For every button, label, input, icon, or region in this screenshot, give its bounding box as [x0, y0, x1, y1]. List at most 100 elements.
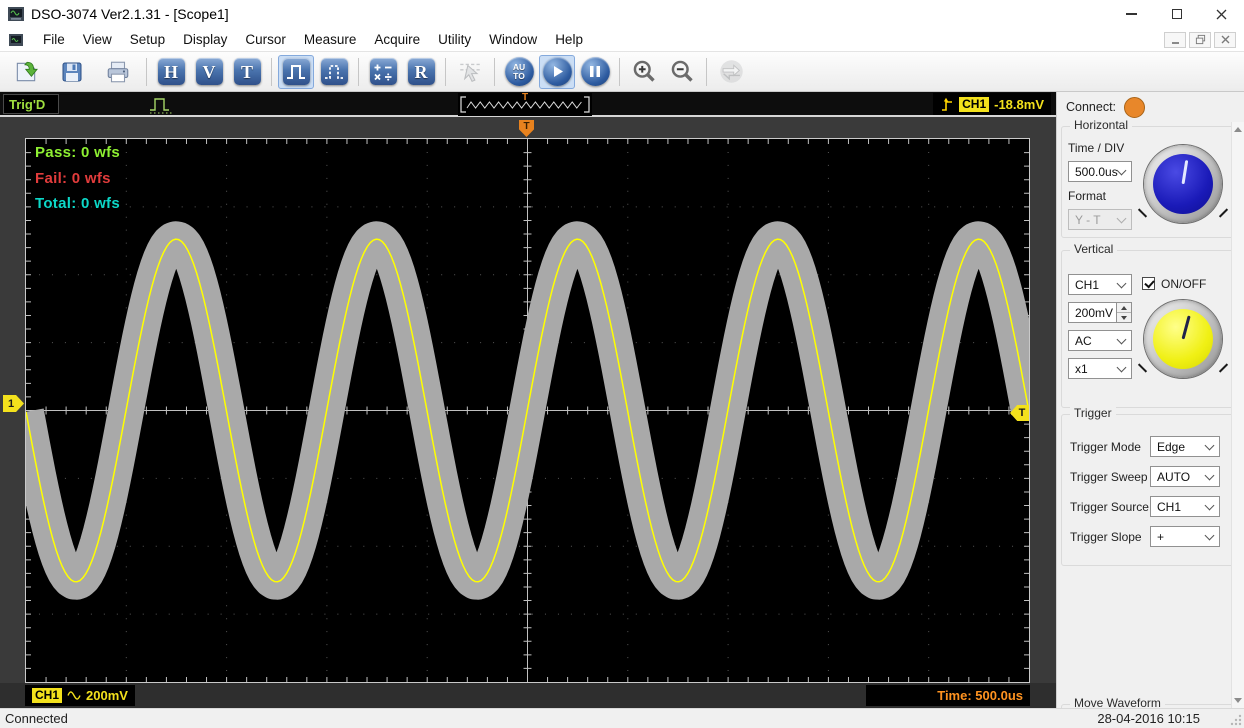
trigger-group-title: Trigger — [1070, 406, 1116, 420]
swap-arrows-icon — [718, 58, 745, 85]
vertical-group-title: Vertical — [1070, 242, 1117, 256]
mdi-close-button[interactable] — [1214, 32, 1236, 48]
trigger-level-value: -18.8mV — [994, 97, 1044, 112]
knob-pointer — [1182, 160, 1189, 184]
connect-indicator[interactable] — [1124, 97, 1145, 118]
chevron-down-icon — [1117, 166, 1127, 176]
volts-per-div-stepper-value: 200mV — [1075, 306, 1113, 320]
trigger-sweep-select[interactable]: AUTO — [1150, 466, 1220, 487]
r-button-label: R — [415, 63, 428, 81]
mdi-minimize-icon — [1172, 42, 1179, 44]
trigger-slope-value: + — [1157, 530, 1164, 544]
open-file-icon — [13, 59, 39, 85]
menu-setup[interactable]: Setup — [121, 28, 174, 51]
pulse-indicator-icon — [148, 94, 178, 116]
run-button[interactable] — [539, 55, 575, 89]
trigger-position-marker[interactable]: T — [519, 120, 534, 137]
scroll-down-arrow[interactable] — [1232, 693, 1244, 708]
mdi-restore-button[interactable] — [1189, 32, 1211, 48]
menu-display[interactable]: Display — [174, 28, 236, 51]
timebase-readout: Time: 500.0us — [866, 685, 1030, 706]
trigger-source-label: Trigger Source — [1070, 500, 1149, 514]
horizontal-knob[interactable] — [1144, 145, 1222, 223]
connection-status: Connected — [5, 711, 68, 726]
reference-button[interactable]: R — [403, 55, 439, 89]
waveform-preview[interactable]: T — [458, 93, 592, 116]
move-waveform-title: Move Waveform — [1070, 696, 1165, 708]
pause-button[interactable] — [577, 55, 613, 89]
menu-acquire[interactable]: Acquire — [365, 28, 429, 51]
channel-badge: CH1 — [32, 688, 62, 703]
panel-scrollbar[interactable] — [1231, 122, 1244, 708]
connect-label: Connect: — [1066, 100, 1116, 114]
pass-fail-test-button[interactable] — [278, 55, 314, 89]
zoom-out-button[interactable] — [664, 55, 700, 89]
cursor-measure-button — [452, 55, 488, 89]
title-bar: DSO-3074 Ver2.1.31 - [Scope1] — [0, 0, 1244, 28]
volts-per-div-stepper[interactable]: 200mV — [1068, 302, 1132, 323]
channel-select-value: CH1 — [1075, 278, 1099, 292]
horizontal-settings-button[interactable]: H — [153, 55, 189, 89]
channel-onoff-checkbox[interactable] — [1142, 277, 1155, 290]
mdi-child-controls — [1164, 32, 1244, 48]
vertical-knob-face — [1153, 309, 1213, 369]
menu-utility[interactable]: Utility — [429, 28, 480, 51]
stepper-down-button[interactable] — [1117, 313, 1131, 322]
channel-select[interactable]: CH1 — [1068, 274, 1132, 295]
resize-grip[interactable] — [1229, 713, 1242, 726]
stepper-up-button[interactable] — [1117, 303, 1131, 313]
print-button[interactable] — [100, 55, 136, 89]
trigger-channel-badge: CH1 — [959, 97, 989, 112]
menu-window[interactable]: Window — [480, 28, 546, 51]
maximize-button[interactable] — [1154, 0, 1199, 28]
save-button[interactable] — [54, 55, 90, 89]
horizontal-knob-face — [1153, 154, 1213, 214]
knob-pointer — [1182, 315, 1191, 339]
open-file-button[interactable] — [8, 55, 44, 89]
ac-coupling-icon — [67, 690, 81, 701]
trigger-settings-button[interactable]: T — [229, 55, 265, 89]
vertical-knob[interactable] — [1144, 300, 1222, 378]
toolbar-separator — [146, 58, 147, 86]
control-panel: Connect: Horizontal Time / DIV 500.0us F… — [1056, 92, 1244, 708]
toolbar-separator — [358, 58, 359, 86]
chevron-down-icon — [1117, 363, 1127, 373]
v-button-label: V — [203, 63, 216, 81]
connect-row: Connect: — [1066, 95, 1145, 119]
menu-measure[interactable]: Measure — [295, 28, 366, 51]
scope-display[interactable]: Pass: 0 wfs Fail: 0 wfs Total: 0 wfs T — [25, 138, 1030, 683]
coupling-select[interactable]: AC — [1068, 330, 1132, 351]
menu-file[interactable]: File — [34, 28, 74, 51]
t-button-label: T — [241, 63, 253, 81]
vertical-settings-button[interactable]: V — [191, 55, 227, 89]
scroll-up-arrow[interactable] — [1232, 122, 1244, 137]
trigger-mode-select[interactable]: Edge — [1150, 436, 1220, 457]
chevron-down-icon — [1205, 501, 1215, 511]
math-button[interactable] — [365, 55, 401, 89]
horizontal-group-title: Horizontal — [1070, 118, 1132, 132]
trigger-slope-select[interactable]: + — [1150, 526, 1220, 547]
close-button[interactable] — [1199, 0, 1244, 28]
menu-help[interactable]: Help — [546, 28, 592, 51]
menu-cursor[interactable]: Cursor — [236, 28, 295, 51]
total-count: Total: 0 wfs — [35, 195, 120, 212]
pulse-dashed-icon — [323, 61, 345, 83]
time-div-select[interactable]: 500.0us — [1068, 161, 1132, 182]
channel-readout: CH1 200mV — [25, 685, 135, 706]
scope-bottom-bar: CH1 200mV Time: 500.0us — [0, 683, 1056, 708]
autoset-button[interactable]: AU TO — [501, 55, 537, 89]
zoom-in-icon — [631, 58, 658, 85]
zoom-in-button[interactable] — [626, 55, 662, 89]
menu-view[interactable]: View — [74, 28, 121, 51]
trigger-source-select[interactable]: CH1 — [1150, 496, 1220, 517]
coupling-value: AC — [1075, 334, 1092, 348]
document-icon — [8, 32, 24, 48]
format-value: Y - T — [1075, 213, 1101, 227]
probe-select[interactable]: x1 — [1068, 358, 1132, 379]
chevron-down-icon — [1117, 335, 1127, 345]
minimize-button[interactable] — [1109, 0, 1154, 28]
channel1-level-marker[interactable]: 1 — [3, 395, 24, 412]
time-div-value: 500.0us — [1075, 165, 1118, 179]
mdi-minimize-button[interactable] — [1164, 32, 1186, 48]
mask-setup-button[interactable] — [316, 55, 352, 89]
